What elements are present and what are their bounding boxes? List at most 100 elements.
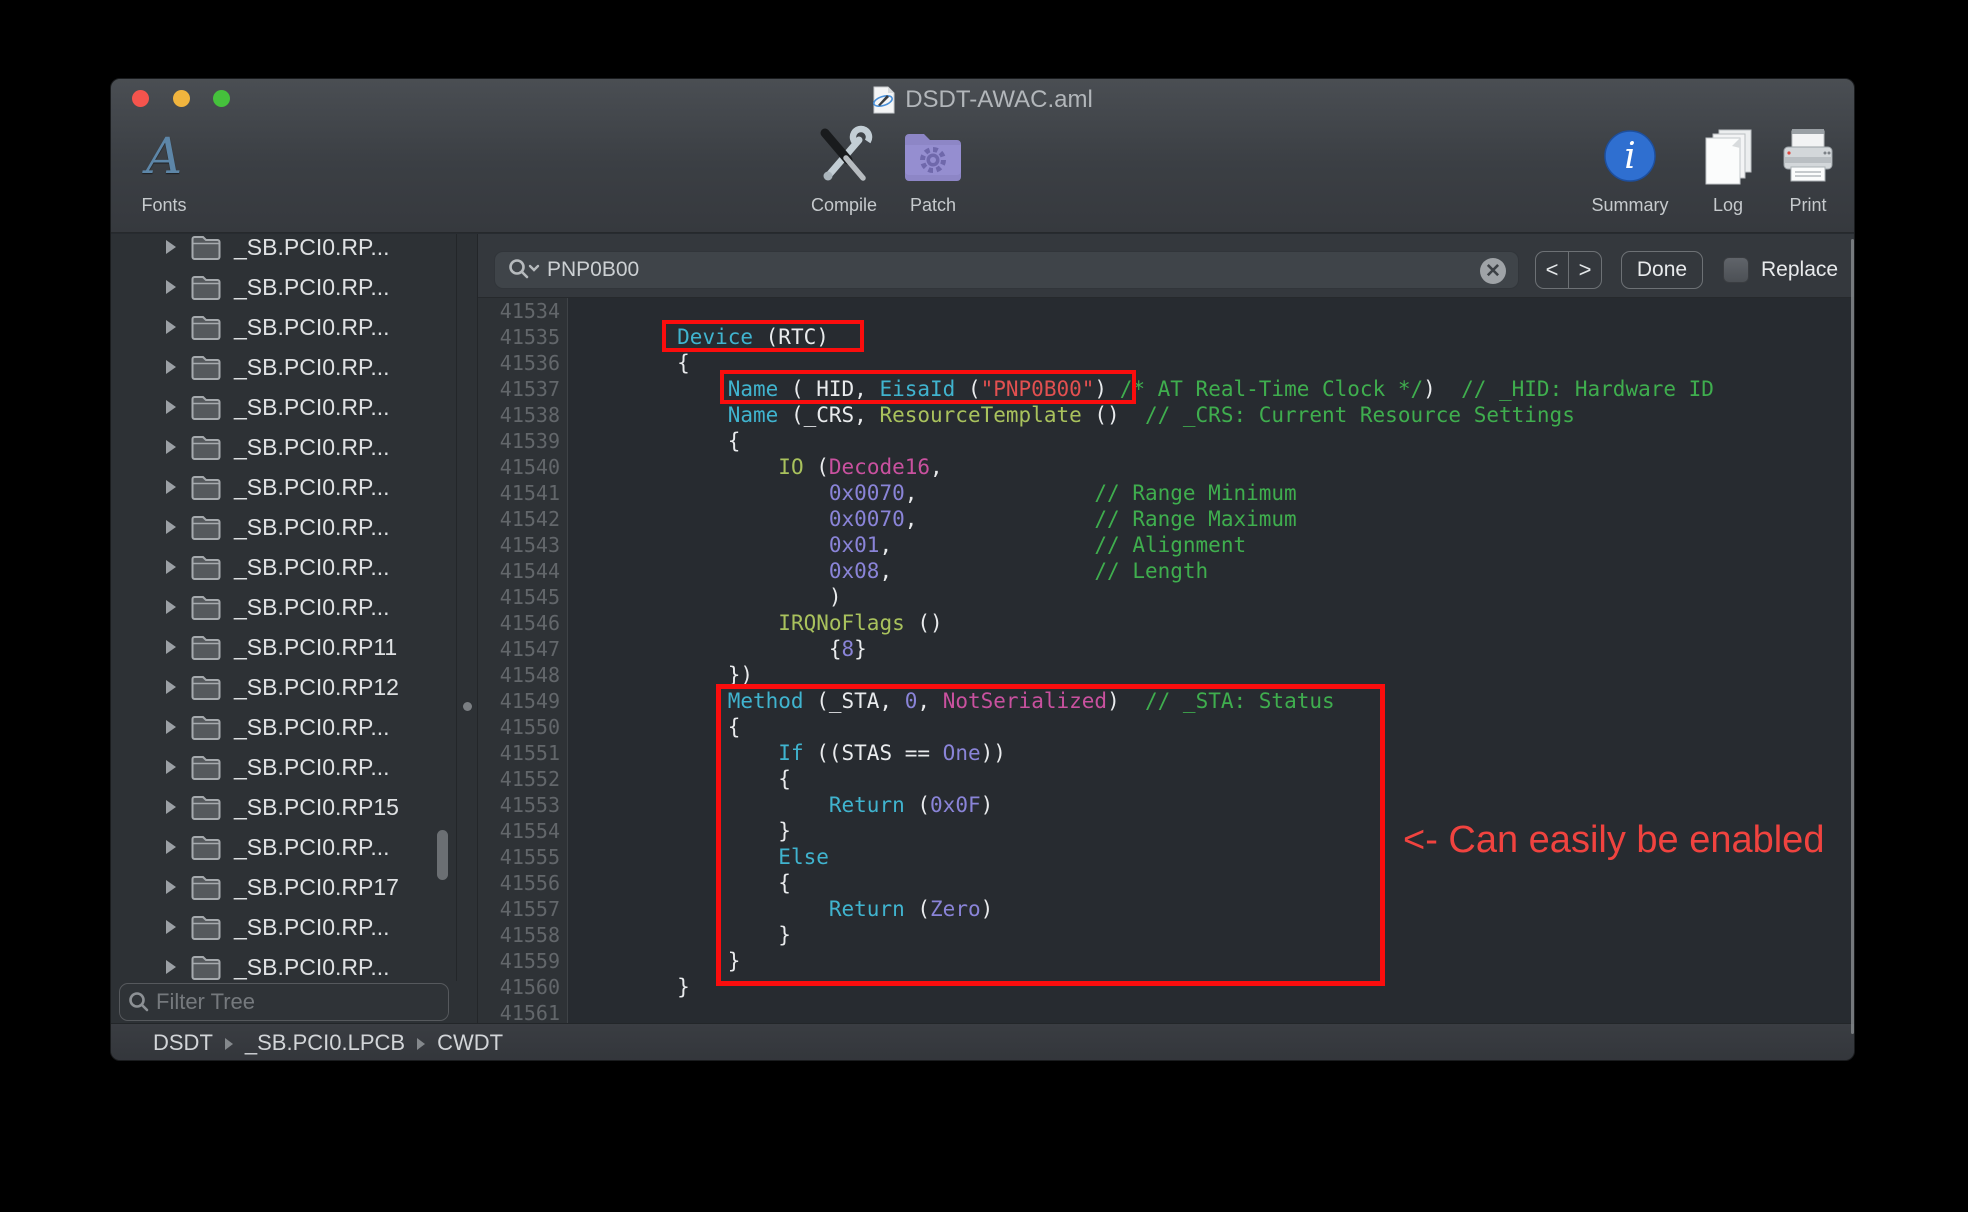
breadcrumb-item[interactable]: _SB.PCI0.LPCB [245,1030,405,1055]
code-line: } [576,922,1854,948]
tree-item[interactable]: _SB.PCI0.RP... [111,747,456,787]
tree-item-label: _SB.PCI0.RP... [234,314,390,341]
tree-item-label: _SB.PCI0.RP... [234,834,390,861]
line-number: 41543 [478,532,560,558]
clear-search-button[interactable]: ✕ [1480,258,1506,284]
device-tree-list: _SB.PCI0.RP..._SB.PCI0.RP..._SB.PCI0.RP.… [111,234,456,987]
code-editor[interactable]: 4153441535415364153741538415394154041541… [478,298,1854,1023]
pane-splitter[interactable] [457,234,478,1023]
breadcrumb-separator-icon [417,1038,425,1050]
code-line [576,298,1854,324]
print-label: Print [1753,195,1855,216]
tree-item[interactable]: _SB.PCI0.RP... [111,347,456,387]
line-number: 41555 [478,844,560,870]
replace-checkbox[interactable] [1723,257,1749,283]
tree-item[interactable]: _SB.PCI0.RP... [111,307,456,347]
search-input[interactable] [547,258,1518,282]
disclosure-triangle-icon[interactable] [166,720,176,734]
disclosure-triangle-icon[interactable] [166,240,176,254]
code-line: Method (_STA, 0, NotSerialized) // _STA:… [576,688,1854,714]
disclosure-triangle-icon[interactable] [166,280,176,294]
disclosure-triangle-icon[interactable] [166,840,176,854]
code-line: Return (0x0F) [576,792,1854,818]
disclosure-triangle-icon[interactable] [166,400,176,414]
disclosure-triangle-icon[interactable] [166,520,176,534]
code-line: Return (Zero) [576,896,1854,922]
folder-icon [190,954,222,981]
line-number: 41540 [478,454,560,480]
tree-item[interactable]: _SB.PCI0.RP... [111,827,456,867]
code-line: Name (_HID, EisaId ("PNP0B00") /* AT Rea… [576,376,1854,402]
disclosure-triangle-icon[interactable] [166,640,176,654]
tree-item[interactable]: _SB.PCI0.RP... [111,467,456,507]
find-previous-button[interactable]: < [1536,252,1569,288]
line-number: 41559 [478,948,560,974]
code-line: {8} [576,636,1854,662]
tree-item[interactable]: _SB.PCI0.RP... [111,707,456,747]
tree-item[interactable]: _SB.PCI0.RP... [111,547,456,587]
tree-item[interactable]: _SB.PCI0.RP... [111,587,456,627]
folder-icon [190,634,222,661]
search-menu-icon[interactable] [507,257,541,283]
find-next-button[interactable]: > [1569,252,1601,288]
breadcrumb-item[interactable]: CWDT [437,1030,503,1055]
compile-tools-icon [811,124,877,188]
tree-item-label: _SB.PCI0.RP... [234,474,390,501]
breadcrumb-item[interactable]: DSDT [153,1030,213,1055]
code-text[interactable]: Device (RTC) { Name (_HID, EisaId ("PNP0… [568,298,1854,1023]
line-number: 41544 [478,558,560,584]
svg-text:i: i [1624,136,1636,177]
patch-folder-icon [902,129,964,183]
window-title: DSDT-AWAC.aml [905,86,1093,114]
tree-item[interactable]: _SB.PCI0.RP... [111,507,456,547]
disclosure-triangle-icon[interactable] [166,360,176,374]
filter-field[interactable] [119,983,449,1021]
tree-item[interactable]: _SB.PCI0.RP... [111,234,456,267]
disclosure-triangle-icon[interactable] [166,560,176,574]
search-field[interactable]: ✕ [494,251,1519,289]
editor-scrollbar[interactable] [1851,239,1854,1034]
folder-icon [190,754,222,781]
tree-item[interactable]: _SB.PCI0.RP15 [111,787,456,827]
code-line: { [576,714,1854,740]
line-number: 41549 [478,688,560,714]
disclosure-triangle-icon[interactable] [166,680,176,694]
disclosure-triangle-icon[interactable] [166,320,176,334]
disclosure-triangle-icon[interactable] [166,800,176,814]
tree-item[interactable]: _SB.PCI0.RP... [111,907,456,947]
filter-tree-input[interactable] [156,989,448,1015]
toolbar-patch-button[interactable]: Patch [878,123,988,225]
done-button[interactable]: Done [1621,251,1703,289]
disclosure-triangle-icon[interactable] [166,880,176,894]
code-line: 0x08, // Length [576,558,1854,584]
annotation-note: <- Can easily be enabled [1403,819,1824,862]
disclosure-triangle-icon[interactable] [166,760,176,774]
code-line: If ((STAS == One)) [576,740,1854,766]
toolbar-summary-button[interactable]: i Summary [1575,123,1685,225]
tree-item[interactable]: _SB.PCI0.RP... [111,387,456,427]
tree-item[interactable]: _SB.PCI0.RP11 [111,627,456,667]
tree-item-label: _SB.PCI0.RP... [234,514,390,541]
toolbar-print-button[interactable]: Print [1753,123,1855,225]
tree-item-label: _SB.PCI0.RP... [234,234,390,261]
tree-item[interactable]: _SB.PCI0.RP... [111,267,456,307]
line-number: 41557 [478,896,560,922]
line-number: 41542 [478,506,560,532]
disclosure-triangle-icon[interactable] [166,600,176,614]
sidebar-scrollbar-thumb[interactable] [437,830,448,880]
disclosure-triangle-icon[interactable] [166,960,176,974]
line-number: 41561 [478,1000,560,1023]
line-number: 41546 [478,610,560,636]
code-line: 0x0070, // Range Maximum [576,506,1854,532]
tree-item[interactable]: _SB.PCI0.RP... [111,427,456,467]
line-number: 41535 [478,324,560,350]
tree-item-label: _SB.PCI0.RP... [234,354,390,381]
toolbar-fonts-button[interactable]: A Fonts [110,123,219,225]
tree-item[interactable]: _SB.PCI0.RP12 [111,667,456,707]
disclosure-triangle-icon[interactable] [166,480,176,494]
tree-item[interactable]: _SB.PCI0.RP17 [111,867,456,907]
disclosure-triangle-icon[interactable] [166,440,176,454]
code-line: { [576,766,1854,792]
disclosure-triangle-icon[interactable] [166,920,176,934]
code-line: Name (_CRS, ResourceTemplate () // _CRS:… [576,402,1854,428]
